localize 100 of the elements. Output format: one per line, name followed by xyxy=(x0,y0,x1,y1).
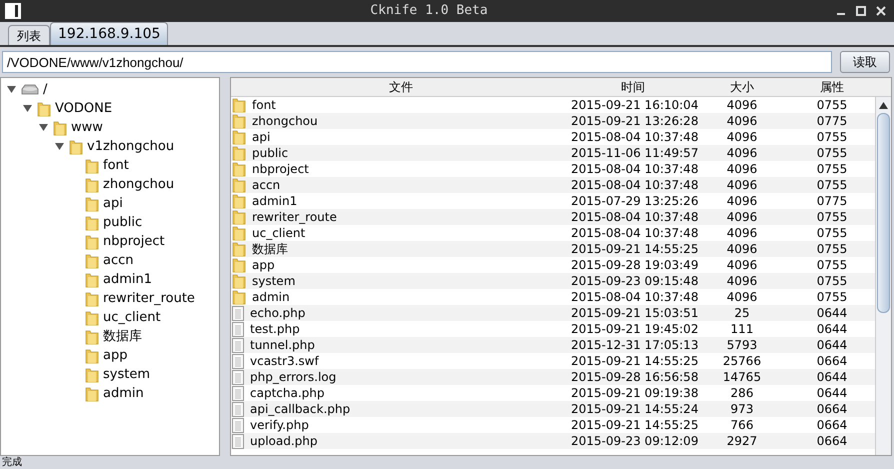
folder-icon xyxy=(232,241,246,257)
attribute-cell-text: 0664 xyxy=(816,401,848,418)
time-cell-text: 2015-09-21 14:55:25 xyxy=(571,417,695,434)
time-cell-text: 2015-09-21 15:03:51 xyxy=(571,305,695,322)
tab[interactable]: 列表 xyxy=(8,25,50,45)
time-cell-text: 2015-09-21 14:55:25 xyxy=(571,241,695,258)
tree-item[interactable]: VODONE xyxy=(55,98,112,118)
file-name[interactable]: accn xyxy=(252,176,280,194)
scroll-thumb[interactable] xyxy=(877,113,890,313)
size-cell-text: 766 xyxy=(730,417,754,434)
attribute-cell-text: 0755 xyxy=(816,97,848,114)
file-name[interactable]: zhongchou xyxy=(252,112,318,130)
file-name[interactable]: rewriter_route xyxy=(252,208,337,226)
expanded-arrow-icon[interactable] xyxy=(55,142,65,151)
file-name[interactable]: vcastr3.swf xyxy=(250,352,319,370)
size-cell-text: 2927 xyxy=(726,433,758,450)
status-text: 完成 xyxy=(2,456,22,468)
file-name[interactable]: admin xyxy=(252,288,290,306)
attribute-cell-text: 0755 xyxy=(816,129,848,146)
folder-icon xyxy=(85,348,99,364)
file-name[interactable]: api_callback.php xyxy=(250,400,350,418)
folder-icon xyxy=(232,193,246,209)
tree-item[interactable]: public xyxy=(103,212,142,232)
tree-item[interactable]: uc_client xyxy=(103,308,161,328)
time-cell-text: 2015-11-06 11:49:57 xyxy=(571,145,695,162)
size-cell-text: 14765 xyxy=(722,369,762,386)
tree-item[interactable]: admin1 xyxy=(103,270,152,290)
file-name[interactable]: verify.php xyxy=(250,416,309,434)
tab[interactable]: 192.168.9.105 xyxy=(50,22,168,45)
file-name[interactable]: test.php xyxy=(250,320,300,338)
tree-item[interactable]: / xyxy=(43,80,48,100)
size-cell-text: 4096 xyxy=(726,129,758,146)
folder-icon xyxy=(85,290,99,306)
attribute-cell-text: 0644 xyxy=(816,321,848,338)
tree-item[interactable]: admin xyxy=(103,384,144,404)
scroll-up-icon[interactable] xyxy=(879,101,888,110)
size-cell-text: 25766 xyxy=(722,353,762,370)
folder-icon xyxy=(85,386,99,402)
file-name[interactable]: public xyxy=(252,144,288,162)
file-name[interactable]: tunnel.php xyxy=(250,336,315,354)
maximize-icon[interactable] xyxy=(856,6,866,16)
column-header[interactable]: 大小 xyxy=(695,78,789,96)
attribute-cell-text: 0755 xyxy=(816,209,848,226)
file-name[interactable]: uc_client xyxy=(252,224,306,242)
folder-icon xyxy=(85,158,99,174)
tree-item[interactable]: 数据库 xyxy=(103,326,142,346)
file-name[interactable]: nbproject xyxy=(252,160,309,178)
folder-icon xyxy=(232,273,246,289)
time-cell-text: 2015-12-31 17:05:13 xyxy=(571,337,695,354)
expanded-arrow-icon[interactable] xyxy=(7,85,17,94)
folder-icon xyxy=(85,234,99,250)
folder-icon xyxy=(232,177,246,193)
tree-item[interactable]: nbproject xyxy=(103,232,165,252)
attribute-cell-text: 0664 xyxy=(816,353,848,370)
folder-icon xyxy=(85,328,99,344)
tree-item[interactable]: api xyxy=(103,194,123,214)
file-name[interactable]: upload.php xyxy=(250,432,318,450)
file-name[interactable]: api xyxy=(252,128,270,146)
file-name[interactable]: php_errors.log xyxy=(250,368,336,386)
size-cell-text: 973 xyxy=(730,401,754,418)
folder-icon xyxy=(232,161,246,177)
folder-icon xyxy=(53,120,67,136)
folder-icon xyxy=(85,366,99,382)
attribute-cell-text: 0644 xyxy=(816,385,848,402)
scrollbar[interactable] xyxy=(875,97,891,455)
attribute-cell-text: 0644 xyxy=(816,369,848,386)
file-name[interactable]: admin1 xyxy=(252,192,298,210)
file-name[interactable]: system xyxy=(252,272,296,290)
file-name[interactable]: 数据库 xyxy=(252,240,288,258)
column-header[interactable]: 文件 xyxy=(231,78,571,96)
size-cell-text: 4096 xyxy=(726,161,758,178)
file-name[interactable]: app xyxy=(252,256,275,274)
tree-item[interactable]: rewriter_route xyxy=(103,288,195,308)
folder-icon xyxy=(85,272,99,288)
column-header[interactable]: 属性 xyxy=(789,78,875,96)
tree-item[interactable]: font xyxy=(103,156,129,176)
tree-item[interactable]: app xyxy=(103,346,128,366)
size-cell-text: 4096 xyxy=(726,241,758,258)
folder-icon xyxy=(232,209,246,225)
size-cell-text: 4096 xyxy=(726,113,758,130)
tree-item[interactable]: accn xyxy=(103,250,134,270)
column-header[interactable]: 时间 xyxy=(571,78,695,96)
tree-item[interactable]: v1zhongchou xyxy=(87,136,174,156)
folder-icon xyxy=(232,129,246,145)
file-name[interactable]: echo.php xyxy=(250,304,306,322)
size-cell-text: 4096 xyxy=(726,289,758,306)
expanded-arrow-icon[interactable] xyxy=(23,104,33,113)
folder-icon xyxy=(85,310,99,326)
close-icon[interactable] xyxy=(876,6,886,16)
expanded-arrow-icon[interactable] xyxy=(39,123,49,132)
tree-item[interactable]: system xyxy=(103,364,150,384)
size-cell-text: 4096 xyxy=(726,177,758,194)
attribute-cell-text: 0755 xyxy=(816,177,848,194)
tree-item[interactable]: www xyxy=(71,118,103,138)
file-name[interactable]: captcha.php xyxy=(250,384,324,402)
size-cell-text: 5793 xyxy=(726,337,758,354)
file-name[interactable]: font xyxy=(252,97,276,114)
read-button[interactable]: 读取 xyxy=(840,51,890,73)
tree-item[interactable]: zhongchou xyxy=(103,174,174,194)
path-field[interactable]: /VODONE/www/v1zhongchou/ xyxy=(2,51,832,73)
